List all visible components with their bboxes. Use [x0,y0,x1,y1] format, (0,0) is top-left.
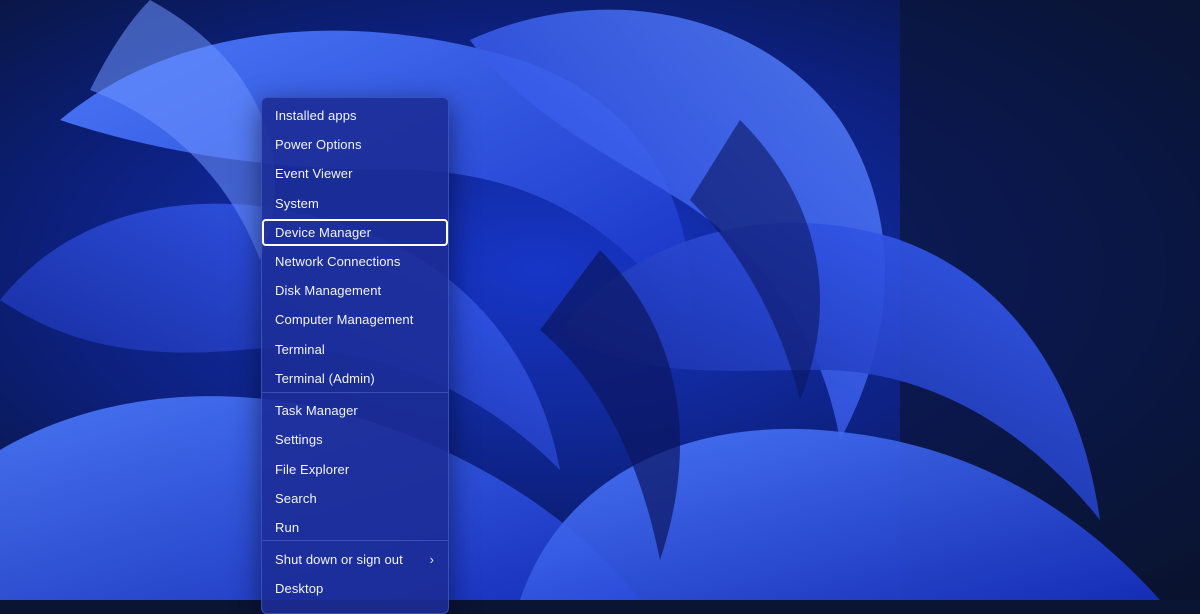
menu-item-terminal[interactable]: Terminal [262,336,448,363]
menu-item-device-manager[interactable]: Device Manager [262,219,448,246]
menu-item-desktop[interactable]: Desktop [262,575,448,602]
menu-item-label: Installed apps [275,108,357,123]
menu-item-label: Computer Management [275,312,414,327]
menu-item-installed-apps[interactable]: Installed apps [262,102,448,129]
menu-item-power-options[interactable]: Power Options [262,131,448,158]
menu-item-label: Terminal [275,342,325,357]
menu-item-run[interactable]: Run [262,514,448,541]
desktop-wallpaper [0,0,1200,600]
menu-item-disk-management[interactable]: Disk Management [262,277,448,304]
menu-item-label: Search [275,491,317,506]
menu-item-label: Power Options [275,137,362,152]
menu-item-label: Terminal (Admin) [275,371,375,386]
menu-item-label: System [275,196,319,211]
menu-item-label: Shut down or sign out [275,552,403,567]
menu-item-computer-management[interactable]: Computer Management [262,306,448,333]
menu-item-label: Desktop [275,581,324,596]
menu-item-task-manager[interactable]: Task Manager [262,397,448,424]
menu-item-label: File Explorer [275,462,350,477]
menu-separator [262,392,448,393]
menu-item-label: Settings [275,432,323,447]
menu-item-shut-down-or-sign-out[interactable]: Shut down or sign out › [262,546,448,573]
menu-item-search[interactable]: Search [262,485,448,512]
menu-item-label: Task Manager [275,403,358,418]
quick-link-menu: Installed apps Power Options Event Viewer S… [261,97,449,614]
menu-item-network-connections[interactable]: Network Connections [262,248,448,275]
menu-item-label: Disk Management [275,283,382,298]
menu-item-file-explorer[interactable]: File Explorer [262,456,448,483]
menu-item-label: Event Viewer [275,166,353,181]
menu-item-label: Device Manager [275,225,372,240]
menu-item-label: Run [275,520,300,535]
menu-item-system[interactable]: System [262,190,448,217]
menu-item-terminal-admin[interactable]: Terminal (Admin) [262,365,448,392]
menu-item-event-viewer[interactable]: Event Viewer [262,160,448,187]
menu-separator [262,540,448,541]
menu-item-label: Network Connections [275,254,401,269]
chevron-right-icon: › [429,552,434,567]
menu-item-settings[interactable]: Settings [262,426,448,453]
